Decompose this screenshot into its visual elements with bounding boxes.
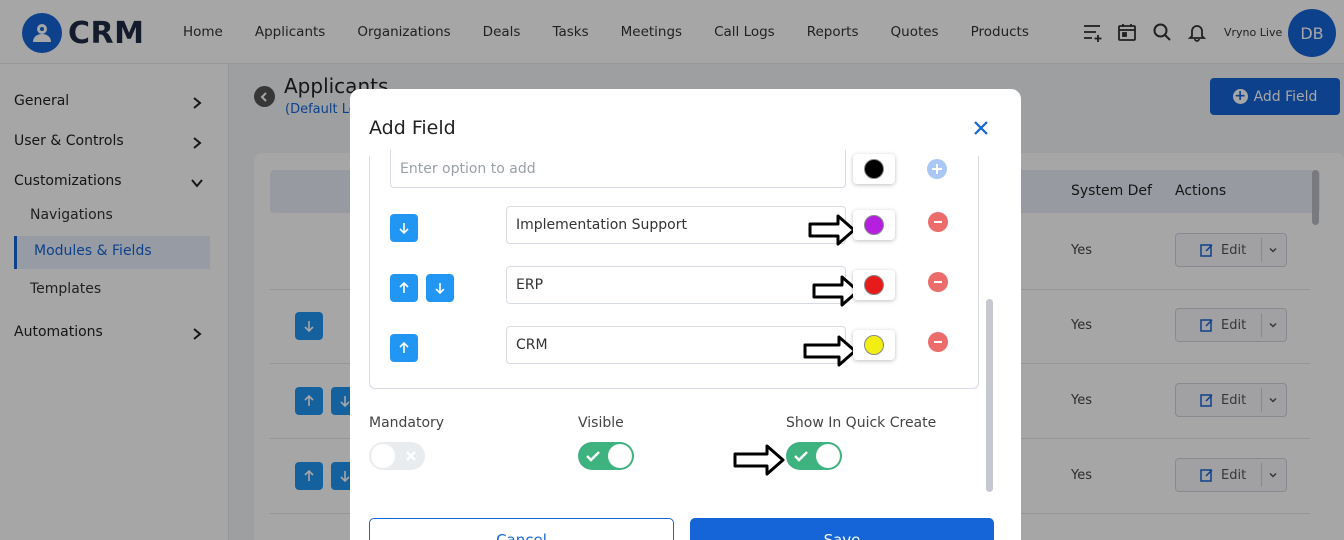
- color-dot: [864, 335, 884, 355]
- toggle-knob: [371, 444, 395, 468]
- x-icon: [406, 451, 416, 461]
- toggle-knob: [608, 444, 632, 468]
- modal-title: Add Field: [369, 117, 456, 139]
- right-arrow-annotation-icon: [803, 335, 857, 367]
- option-color-picker[interactable]: [853, 270, 895, 300]
- quick-create-label: Show In Quick Create: [786, 415, 937, 431]
- mandatory-label: Mandatory: [369, 415, 445, 431]
- cancel-button[interactable]: Cancel: [369, 518, 674, 540]
- visible-label: Visible: [578, 415, 624, 431]
- close-icon[interactable]: [972, 119, 990, 137]
- modal-scrollbar-thumb[interactable]: [986, 299, 993, 492]
- right-arrow-annotation-icon: [733, 444, 785, 476]
- new-option-color-picker[interactable]: [853, 154, 895, 184]
- option-input[interactable]: CRM: [506, 326, 846, 364]
- arrow-down-icon: [399, 223, 409, 235]
- remove-option-button[interactable]: [928, 212, 948, 232]
- option-input[interactable]: ERP: [506, 266, 846, 304]
- quick-create-toggle[interactable]: [786, 442, 842, 470]
- check-icon: [794, 451, 808, 462]
- arrow-up-icon: [399, 281, 409, 293]
- color-dot: [864, 215, 884, 235]
- color-dot: [864, 275, 884, 295]
- option-color-picker[interactable]: [853, 210, 895, 240]
- check-icon: [586, 451, 600, 462]
- minus-icon: [934, 341, 942, 343]
- option-move-down-button[interactable]: [390, 214, 418, 242]
- arrow-up-icon: [399, 341, 409, 353]
- remove-option-button[interactable]: [928, 332, 948, 352]
- minus-icon: [934, 221, 942, 223]
- option-move-down-button[interactable]: [426, 274, 454, 302]
- option-move-up-button[interactable]: [390, 334, 418, 362]
- save-button[interactable]: Save: [690, 518, 994, 540]
- option-color-picker[interactable]: [853, 330, 895, 360]
- visible-toggle[interactable]: [578, 442, 634, 470]
- plus-icon: [932, 164, 942, 174]
- remove-option-button[interactable]: [928, 272, 948, 292]
- mandatory-toggle[interactable]: [369, 442, 425, 470]
- right-arrow-annotation-icon: [808, 214, 856, 246]
- new-option-input[interactable]: Enter option to add: [390, 150, 846, 188]
- add-option-button[interactable]: [927, 159, 947, 179]
- toggle-knob: [816, 444, 840, 468]
- arrow-down-icon: [435, 283, 445, 295]
- option-move-up-button[interactable]: [390, 274, 418, 302]
- add-field-modal: Add Field Enter option to add Implementa…: [350, 89, 1021, 540]
- minus-icon: [934, 281, 942, 283]
- color-dot: [864, 159, 884, 179]
- option-input[interactable]: Implementation Support: [506, 206, 846, 244]
